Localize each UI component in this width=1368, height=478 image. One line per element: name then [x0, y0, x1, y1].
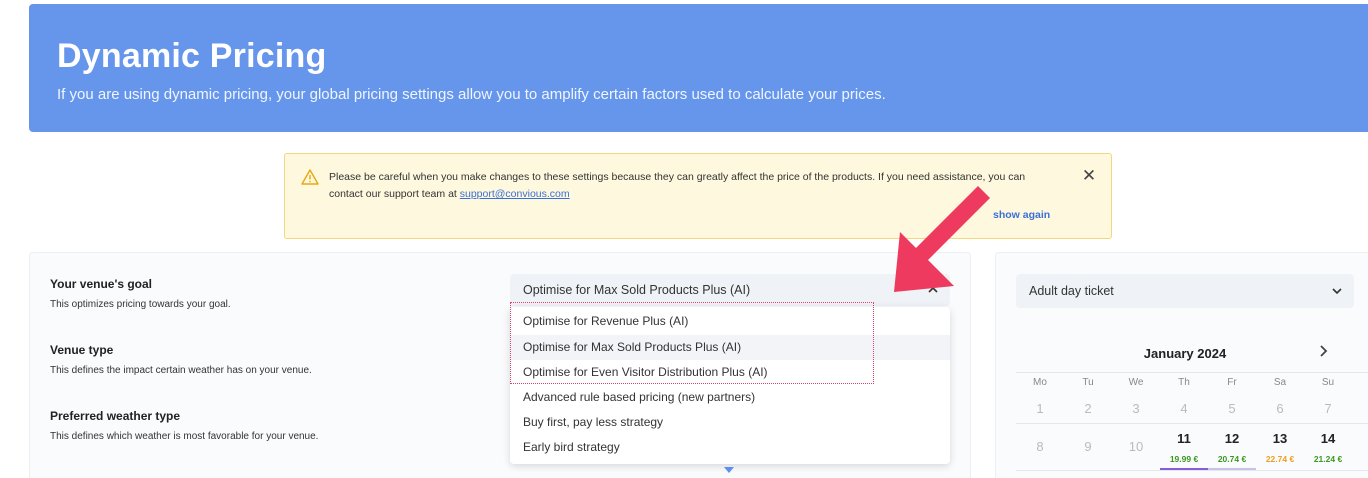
calendar-grid: Mo Tu We Th Fr Sa Su 1 2 3 4 5 6 7 8 9 1…	[1016, 372, 1368, 478]
goal-option[interactable]: Optimise for Even Visitor Distribution P…	[510, 360, 950, 385]
dynamic-pricing-page: Dynamic Pricing If you are using dynamic…	[0, 0, 1368, 478]
day-price: 22.74 €	[1265, 454, 1295, 464]
calendar-day: 4	[1180, 401, 1188, 416]
calendar-day: 1	[1036, 401, 1044, 416]
weekday-label: We	[1128, 377, 1144, 388]
day-price: 19.99 €	[1169, 454, 1199, 464]
setting-goal-desc: This optimizes pricing towards your goal…	[50, 299, 231, 310]
weekday-label: Th	[1178, 377, 1190, 388]
calendar-row-divider	[1016, 423, 1368, 424]
weekday-label: Mo	[1033, 377, 1047, 388]
scroll-marker	[724, 467, 734, 473]
setting-venue-type-desc: This defines the impact certain weather …	[50, 365, 312, 376]
calendar-day: 10	[1128, 439, 1144, 454]
setting-goal: Your venue's goal This optimizes pricing…	[50, 277, 231, 310]
calendar-day: 9	[1084, 439, 1092, 454]
goal-option[interactable]: Buy first, pay less strategy	[510, 410, 950, 435]
weekday-label: Sa	[1273, 377, 1287, 388]
calendar-day-12[interactable]: 12	[1208, 431, 1256, 446]
calendar-day: 8	[1036, 439, 1044, 454]
day-selection-bar	[1208, 468, 1256, 470]
ticket-select-value: Adult day ticket	[1029, 284, 1114, 298]
day-selection-bar	[1160, 468, 1208, 470]
setting-venue-type: Venue type This defines the impact certa…	[50, 343, 312, 376]
calendar-day: 7	[1324, 401, 1332, 416]
page-header: Dynamic Pricing If you are using dynamic…	[29, 4, 1368, 132]
setting-goal-label: Your venue's goal	[50, 277, 152, 291]
goal-option[interactable]: Early bird strategy	[510, 435, 950, 460]
day-price: 21.24 €	[1313, 454, 1343, 464]
weekday-label: Su	[1321, 377, 1335, 388]
setting-weather-desc: This defines which weather is most favor…	[50, 431, 319, 442]
goal-dropdown-menu: Optimise for Revenue Plus (AI) Optimise …	[510, 307, 950, 464]
calendar-day: 5	[1228, 401, 1236, 416]
support-email-link[interactable]: support@convious.com	[460, 188, 570, 200]
ticket-select[interactable]: Adult day ticket	[1016, 274, 1354, 308]
weekday-label: Tu	[1082, 377, 1094, 388]
goal-option-selected[interactable]: Optimise for Max Sold Products Plus (AI)	[510, 335, 950, 360]
goal-select-value: Optimise for Max Sold Products Plus (AI)	[523, 283, 751, 297]
day-price: 20.74 €	[1217, 454, 1247, 464]
weekday-label: Fr	[1227, 377, 1237, 388]
setting-venue-type-label: Venue type	[50, 343, 114, 357]
setting-weather: Preferred weather type This defines whic…	[50, 409, 318, 442]
goal-option[interactable]: Advanced rule based pricing (new partner…	[510, 385, 950, 410]
calendar-month: January 2024	[1143, 346, 1227, 361]
calendar-day-14[interactable]: 14	[1304, 431, 1352, 446]
setting-weather-label: Preferred weather type	[50, 409, 181, 423]
calendar-day: 2	[1084, 401, 1092, 416]
calendar-day-11[interactable]: 11	[1160, 431, 1208, 446]
calendar-day-13[interactable]: 13	[1256, 431, 1304, 446]
warning-icon	[301, 169, 319, 185]
page-subtitle: If you are using dynamic pricing, your g…	[57, 86, 886, 103]
chevron-right-icon[interactable]	[1316, 344, 1330, 358]
calendar-row-divider	[1016, 470, 1368, 471]
page-title: Dynamic Pricing	[57, 37, 327, 75]
calendar-day: 6	[1276, 401, 1284, 416]
close-icon[interactable]: ✕	[1081, 167, 1097, 184]
calendar-day: 3	[1132, 401, 1140, 416]
chevron-down-icon	[1332, 288, 1342, 295]
goal-option[interactable]: Optimise for Revenue Plus (AI)	[510, 309, 950, 334]
